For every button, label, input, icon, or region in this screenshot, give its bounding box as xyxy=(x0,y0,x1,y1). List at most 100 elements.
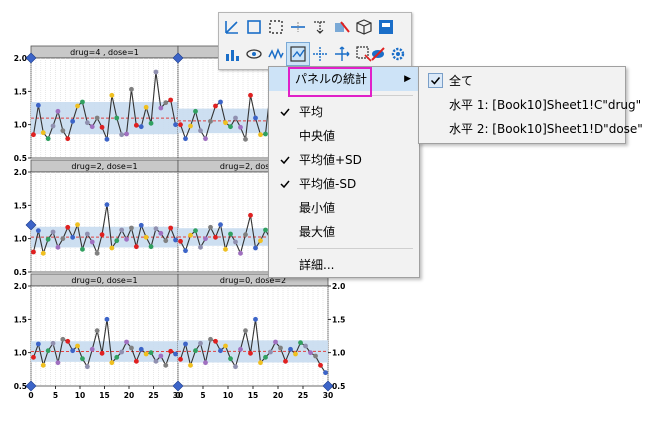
data-point xyxy=(148,244,154,250)
data-point xyxy=(283,358,288,364)
data-point xyxy=(129,345,134,351)
data-point xyxy=(60,128,66,134)
data-point xyxy=(104,202,110,208)
data-point xyxy=(50,340,56,346)
data-point xyxy=(318,362,323,368)
eye-icon[interactable] xyxy=(243,43,265,65)
data-point xyxy=(298,340,303,346)
data-point xyxy=(60,336,66,342)
data-point xyxy=(188,232,193,238)
hide-eye-icon[interactable] xyxy=(367,43,389,65)
menu-item-mean-minus-sd[interactable]: 平均値-SD xyxy=(269,172,419,196)
y-tick-label: 1.5 xyxy=(14,87,27,96)
data-point xyxy=(168,97,174,103)
data-point xyxy=(119,349,125,355)
panel-title: drug=0, dose=1 xyxy=(71,276,137,285)
data-point xyxy=(89,346,95,352)
data-point xyxy=(153,226,159,232)
data-point xyxy=(35,102,41,108)
x-tick-label: 0 xyxy=(175,391,180,400)
submenu-item-all[interactable]: 全て xyxy=(419,69,625,93)
data-point xyxy=(233,364,238,370)
data-point xyxy=(278,345,283,351)
data-point xyxy=(148,120,154,126)
data-point xyxy=(80,246,85,252)
data-point xyxy=(84,231,90,237)
data-point xyxy=(233,239,238,245)
panel-stat-icon[interactable] xyxy=(286,42,310,66)
data-point xyxy=(89,239,95,245)
data-point xyxy=(248,212,253,218)
rectangle-icon[interactable] xyxy=(243,16,265,38)
x-tick-label: 5 xyxy=(53,391,58,400)
drop-line-icon[interactable] xyxy=(309,16,331,38)
data-point xyxy=(133,358,139,364)
data-point xyxy=(243,136,248,142)
bar-stat-icon[interactable] xyxy=(221,43,243,65)
x-tick-label: 20 xyxy=(273,391,283,400)
data-point xyxy=(31,354,36,360)
menu-item-min[interactable]: 最小値 xyxy=(269,196,419,220)
data-point xyxy=(253,115,258,121)
data-point xyxy=(65,224,71,230)
y-tick-label: 1.0 xyxy=(14,121,27,130)
x-tick-label: 15 xyxy=(99,391,109,400)
x-tick-label: 0 xyxy=(28,391,33,400)
data-point xyxy=(208,336,213,342)
data-point xyxy=(75,343,80,349)
dashed-frame-icon[interactable] xyxy=(265,16,287,38)
mini-toolbar xyxy=(218,12,412,70)
data-point xyxy=(124,339,129,345)
axis-icon[interactable] xyxy=(221,16,243,38)
data-point xyxy=(223,343,228,349)
submenu-item-level1[interactable]: 水平 1: [Book10]Sheet1!C"drug" xyxy=(419,93,641,117)
data-point xyxy=(243,232,248,238)
data-point xyxy=(168,225,174,231)
data-point xyxy=(84,120,90,126)
data-point xyxy=(253,316,258,322)
menu-item-details[interactable]: 詳細... xyxy=(269,253,419,277)
menu-item-mean-plus-sd[interactable]: 平均値+SD xyxy=(269,148,419,172)
data-point xyxy=(178,356,183,362)
menu-item-median[interactable]: 中央値 xyxy=(269,124,419,148)
gear-icon[interactable] xyxy=(387,43,409,65)
data-point xyxy=(114,238,120,244)
3d-box-icon[interactable] xyxy=(353,16,375,38)
data-point xyxy=(178,238,183,244)
panel-stats-submenu: 全て 水平 1: [Book10]Sheet1!C"drug" 水平 2: [B… xyxy=(418,66,643,144)
reference-line-icon[interactable] xyxy=(287,16,309,38)
move-icon[interactable] xyxy=(331,43,353,65)
data-point xyxy=(158,353,164,359)
y-tick-label-right: 1.0 xyxy=(332,349,345,358)
menu-item-max-label: 最大値 xyxy=(299,225,336,239)
menu-item-details-label: 詳細... xyxy=(299,258,335,272)
data-point xyxy=(114,115,120,121)
menu-item-max[interactable]: 最大値 xyxy=(269,220,419,244)
data-point xyxy=(268,349,273,355)
data-point xyxy=(238,250,243,256)
data-point xyxy=(133,122,139,128)
show-hide-icon[interactable] xyxy=(331,16,353,38)
data-point xyxy=(293,351,298,357)
menu-item-mean[interactable]: 平均 xyxy=(269,100,419,124)
data-point xyxy=(129,86,134,92)
data-point xyxy=(75,103,80,109)
data-point xyxy=(193,108,198,114)
graph-label-icon[interactable] xyxy=(375,16,397,38)
data-point xyxy=(263,354,268,360)
wave-icon[interactable] xyxy=(265,43,287,65)
data-point xyxy=(183,136,188,142)
y-tick-label-right: 1.5 xyxy=(332,315,345,324)
data-point xyxy=(163,362,169,368)
x-tick-label: 20 xyxy=(124,391,134,400)
submenu-item-level2[interactable]: 水平 2: [Book10]Sheet1!D"dose" xyxy=(419,117,643,141)
data-point xyxy=(94,328,100,334)
data-point xyxy=(198,244,203,250)
data-point xyxy=(178,122,183,128)
data-point xyxy=(208,224,213,230)
data-point xyxy=(124,236,129,242)
data-point xyxy=(50,123,56,129)
menu-item-min-label: 最小値 xyxy=(299,201,336,215)
cross-icon[interactable] xyxy=(309,43,331,65)
data-point xyxy=(168,348,174,354)
